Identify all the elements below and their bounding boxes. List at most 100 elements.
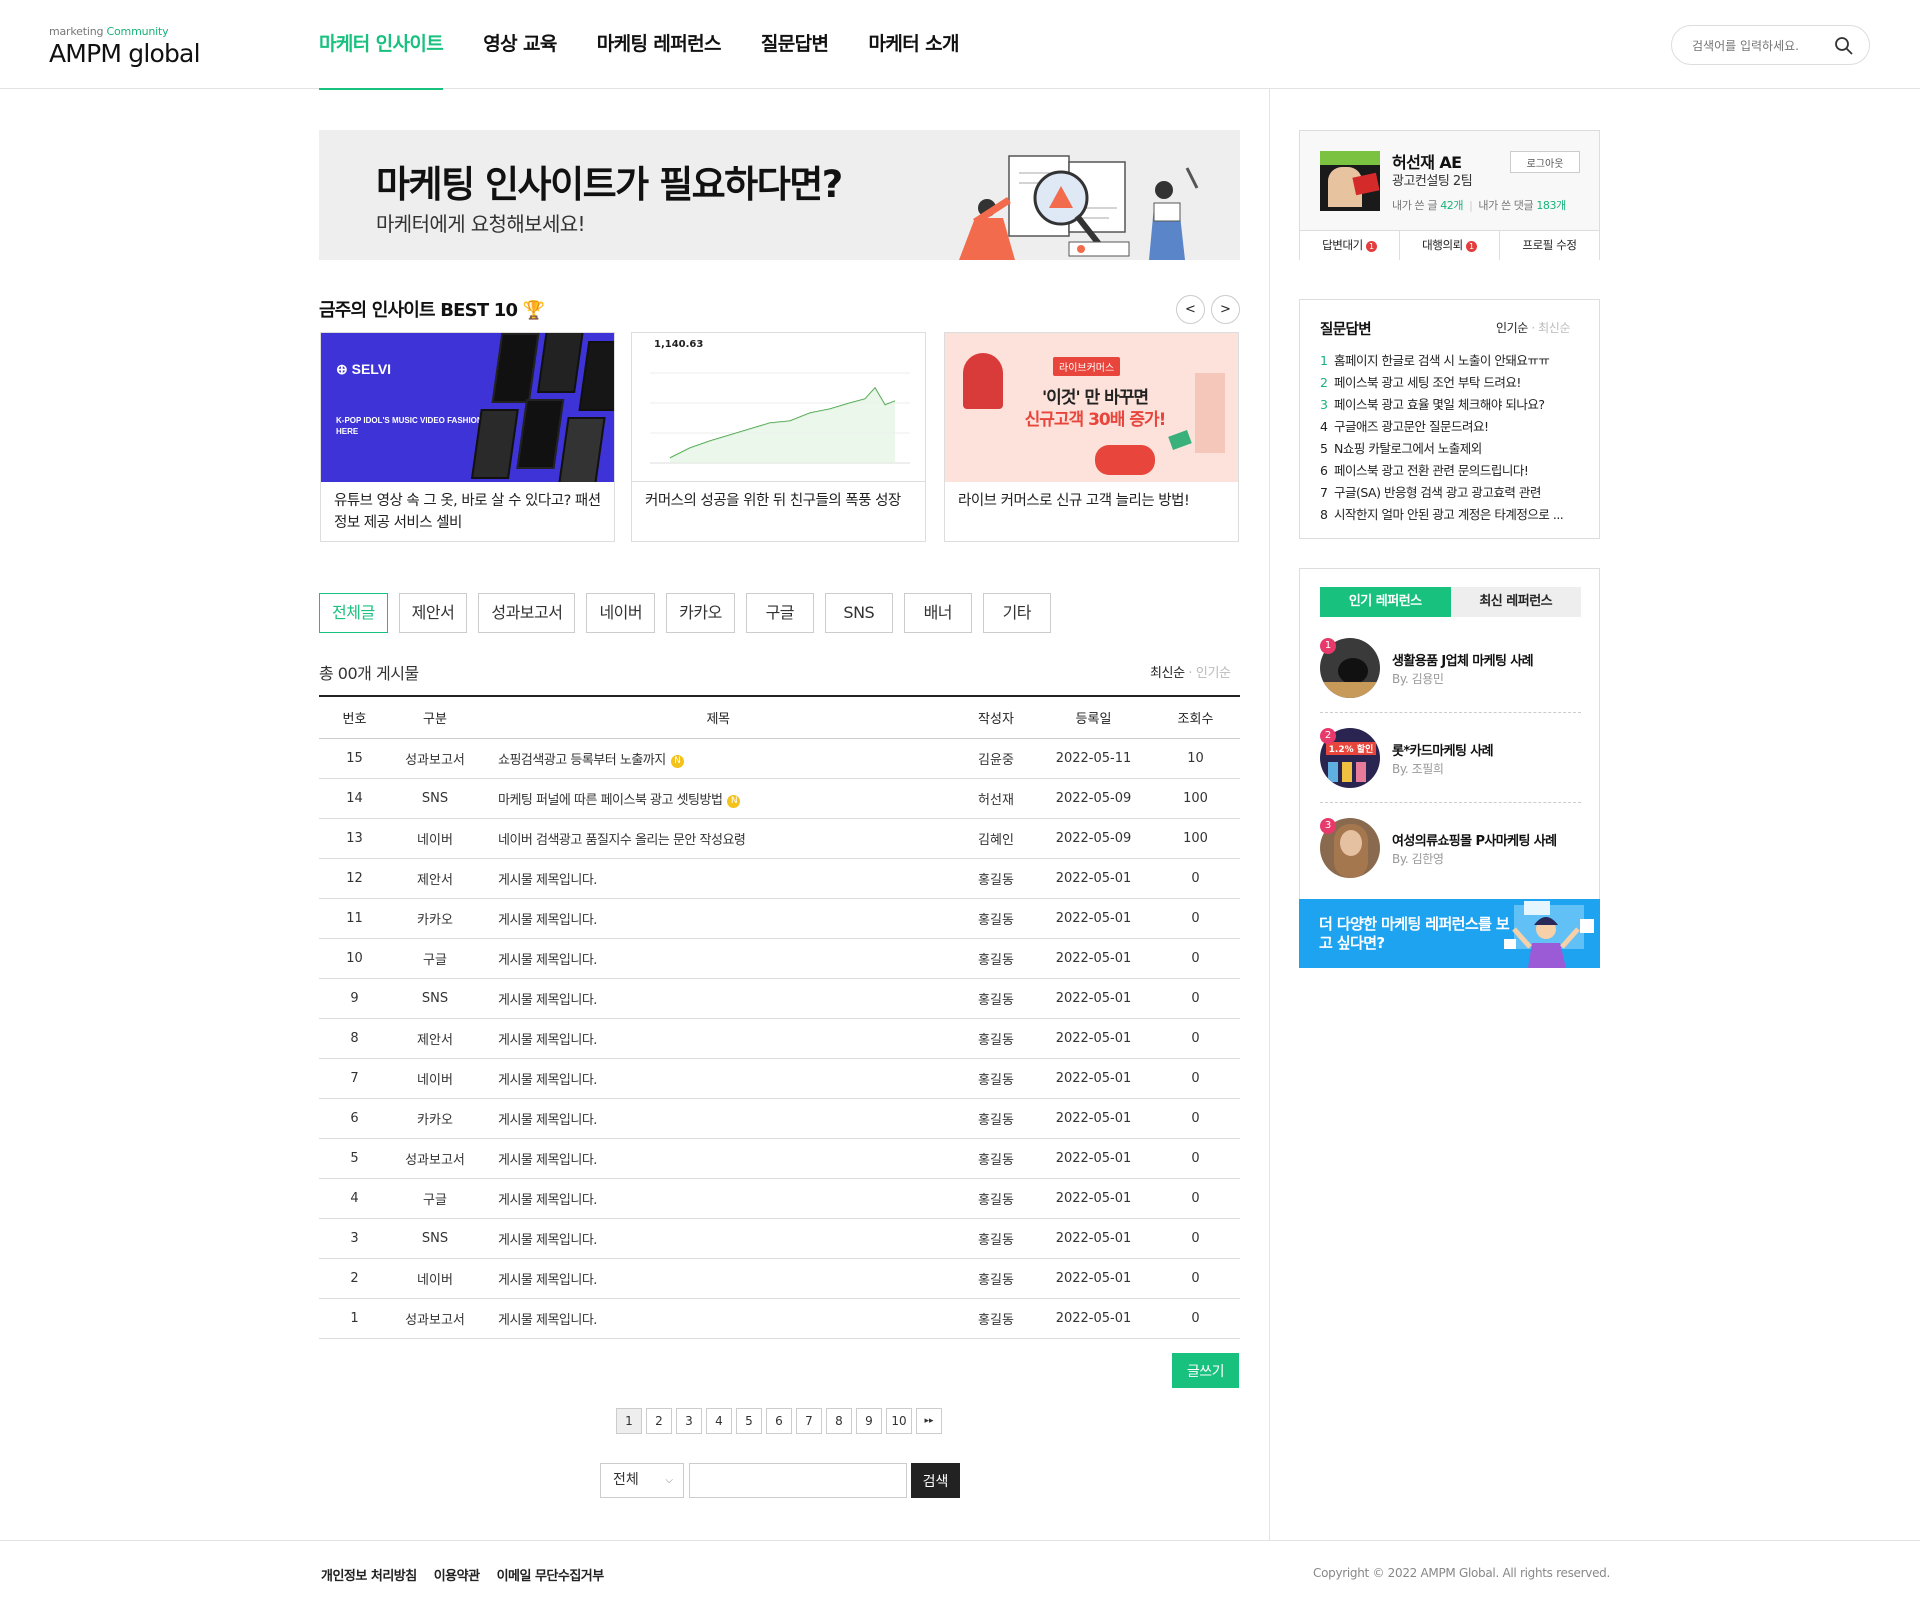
page-4-button[interactable]: 4 — [706, 1408, 732, 1434]
tab-popular-reference[interactable]: 인기 레퍼런스 — [1320, 587, 1451, 617]
privacy-link[interactable]: 개인정보 처리방침 — [321, 1565, 417, 1584]
logo[interactable]: AMPM global — [49, 39, 201, 68]
page-9-button[interactable]: 9 — [856, 1408, 882, 1434]
table-row[interactable]: 14 SNS 마케팅 퍼널에 따른 페이스북 광고 셋팅방법 N 허선재 2022-05-… — [319, 779, 1240, 819]
row-title[interactable]: 게시물 제목입니다. — [480, 909, 956, 928]
row-title[interactable]: 게시물 제목입니다. — [480, 1069, 956, 1088]
tab-naver[interactable]: 네이버 — [586, 593, 656, 633]
page-10-button[interactable]: 10 — [886, 1408, 912, 1434]
tab-report[interactable]: 성과보고서 — [478, 593, 576, 633]
page-5-button[interactable]: 5 — [736, 1408, 762, 1434]
tab-banner[interactable]: 배너 — [903, 593, 972, 633]
table-row[interactable]: 9 SNS 게시물 제목입니다. 홍길동 2022-05-01 0 — [319, 979, 1240, 1019]
tab-latest-reference[interactable]: 최신 레퍼런스 — [1450, 587, 1581, 617]
page-2-button[interactable]: 2 — [646, 1408, 672, 1434]
write-button[interactable]: 글쓰기 — [1172, 1353, 1239, 1388]
logo-tagline: marketing Community — [49, 25, 169, 38]
search-scope-select[interactable]: 전체 ⌵ — [600, 1463, 684, 1498]
insight-card[interactable]: 라이브커머스 '이것' 만 바꾸면 신규고객 30배 증가! 라이브 커머스로 … — [944, 332, 1239, 542]
table-row[interactable]: 13 네이버 네이버 검색광고 품질지수 올리는 문안 작성요령 김혜인 2022-05… — [319, 819, 1240, 859]
table-row[interactable]: 11 카카오 게시물 제목입니다. 홍길동 2022-05-01 0 — [319, 899, 1240, 939]
table-row[interactable]: 1 성과보고서 게시물 제목입니다. 홍길동 2022-05-01 0 — [319, 1299, 1240, 1339]
reference-item[interactable]: 1 생활용품 J업체 마케팅 사례 By. 김용민 — [1320, 638, 1581, 728]
row-title[interactable]: 게시물 제목입니다. — [480, 1029, 956, 1048]
row-title[interactable]: 게시물 제목입니다. — [480, 1109, 956, 1128]
page-1-button[interactable]: 1 — [616, 1408, 642, 1434]
more-reference-banner[interactable]: 더 다양한 마케팅 레퍼런스를 보고 싶다면? — [1299, 899, 1600, 968]
tab-proposal[interactable]: 제안서 — [398, 593, 468, 633]
search-icon[interactable] — [1834, 36, 1854, 56]
page-8-button[interactable]: 8 — [826, 1408, 852, 1434]
row-title[interactable]: 게시물 제목입니다. — [480, 989, 956, 1008]
row-title[interactable]: 게시물 제목입니다. — [480, 1189, 956, 1208]
logout-button[interactable]: 로그아웃 — [1510, 151, 1580, 173]
page-7-button[interactable]: 7 — [796, 1408, 822, 1434]
qna-item[interactable]: 7 구글(SA) 반응형 검색 광고 광고효력 관련 — [1320, 482, 1590, 504]
tab-kakao[interactable]: 카카오 — [666, 593, 735, 633]
row-writer: 홍길동 — [978, 873, 1014, 888]
qna-item[interactable]: 5 N쇼핑 카탈로그에서 노출제외 — [1320, 438, 1590, 460]
page-next-icon[interactable]: ▸▸ — [916, 1408, 942, 1434]
qna-item[interactable]: 2 페이스북 광고 세팅 조언 부탁 드려요! — [1320, 372, 1590, 394]
row-title[interactable]: 게시물 제목입니다. — [480, 1309, 956, 1328]
qna-item[interactable]: 4 구글애즈 광고문안 질문드려요! — [1320, 416, 1590, 438]
qna-sort: 인기순 · 최신순 — [1496, 321, 1571, 335]
table-row[interactable]: 3 SNS 게시물 제목입니다. 홍길동 2022-05-01 0 — [319, 1219, 1240, 1259]
qna-item[interactable]: 1 홈페이지 한글로 검색 시 노출이 안돼요ㅠㅠ — [1320, 350, 1590, 372]
sort-popular[interactable]: 인기순 — [1196, 666, 1231, 681]
edit-profile-button[interactable]: 프로필 수정 — [1500, 231, 1599, 260]
table-row[interactable]: 12 제안서 게시물 제목입니다. 홍길동 2022-05-01 0 — [319, 859, 1240, 899]
email-refusal-link[interactable]: 이메일 무단수집거부 — [497, 1565, 605, 1584]
row-title[interactable]: 마케팅 퍼널에 따른 페이스북 광고 셋팅방법 N — [480, 789, 956, 808]
search-input[interactable] — [1692, 36, 1832, 56]
page-6-button[interactable]: 6 — [766, 1408, 792, 1434]
row-title[interactable]: 쇼핑검색광고 등록부터 노출까지 N — [480, 749, 956, 768]
nav-marketing-reference[interactable]: 마케팅 레퍼런스 — [597, 0, 722, 89]
table-row[interactable]: 7 네이버 게시물 제목입니다. 홍길동 2022-05-01 0 — [319, 1059, 1240, 1099]
table-row[interactable]: 6 카카오 게시물 제목입니다. 홍길동 2022-05-01 0 — [319, 1099, 1240, 1139]
qna-item[interactable]: 8 시작한지 얼마 안된 광고 계정은 타계정으로 ... — [1320, 504, 1590, 526]
tab-sns[interactable]: SNS — [824, 593, 893, 633]
tab-etc[interactable]: 기타 — [982, 593, 1051, 633]
pending-answers-button[interactable]: 답변대기 1 — [1300, 231, 1400, 260]
reference-item[interactable]: 1.2% 할인 2 롯*카드마케팅 사례 By. 조필희 — [1320, 728, 1581, 818]
terms-link[interactable]: 이용약관 — [434, 1565, 480, 1584]
table-row[interactable]: 15 성과보고서 쇼핑검색광고 등록부터 노출까지 N 김윤중 2022-05-11 10 — [319, 739, 1240, 779]
row-views: 0 — [1191, 1311, 1200, 1326]
reference-item[interactable]: 3 여성의류쇼핑몰 P사마케팅 사례 By. 김한영 — [1320, 818, 1581, 908]
table-row[interactable]: 10 구글 게시물 제목입니다. 홍길동 2022-05-01 0 — [319, 939, 1240, 979]
hero-banner[interactable]: 마케팅 인사이트가 필요하다면? 마케터에게 요청해보세요! — [319, 130, 1240, 260]
qna-sort-popular[interactable]: 인기순 — [1496, 321, 1528, 335]
tab-all[interactable]: 전체글 — [319, 593, 388, 633]
table-row[interactable]: 2 네이버 게시물 제목입니다. 홍길동 2022-05-01 0 — [319, 1259, 1240, 1299]
table-row[interactable]: 5 성과보고서 게시물 제목입니다. 홍길동 2022-05-01 0 — [319, 1139, 1240, 1179]
table-row[interactable]: 8 제안서 게시물 제목입니다. 홍길동 2022-05-01 0 — [319, 1019, 1240, 1059]
row-views: 0 — [1191, 1191, 1200, 1206]
table-row[interactable]: 4 구글 게시물 제목입니다. 홍길동 2022-05-01 0 — [319, 1179, 1240, 1219]
qna-item[interactable]: 3 페이스북 광고 효율 몇일 체크해야 되나요? — [1320, 394, 1590, 416]
qna-item[interactable]: 6 페이스북 광고 전환 관련 문의드립니다! — [1320, 460, 1590, 482]
row-title[interactable]: 게시물 제목입니다. — [480, 949, 956, 968]
insight-card[interactable]: 1,140.63 커머스의 성공을 위한 뒤 친구들의 폭풍 성장 — [631, 332, 926, 542]
row-title[interactable]: 게시물 제목입니다. — [480, 1229, 956, 1248]
row-title[interactable]: 게시물 제목입니다. — [480, 1149, 956, 1168]
row-title[interactable]: 게시물 제목입니다. — [480, 869, 956, 888]
nav-marketer-intro[interactable]: 마케터 소개 — [868, 0, 959, 89]
qna-sort-latest[interactable]: 최신순 — [1538, 321, 1570, 335]
insight-card[interactable]: ⊕ SELVI K-POP IDOL'S MUSIC VIDEO FASHION… — [320, 332, 615, 542]
page-3-button[interactable]: 3 — [676, 1408, 702, 1434]
nav-marketer-insight[interactable]: 마케터 인사이트 — [319, 0, 444, 90]
agency-request-button[interactable]: 대행의뢰 1 — [1400, 231, 1500, 260]
row-title[interactable]: 게시물 제목입니다. — [480, 1269, 956, 1288]
row-views: 0 — [1191, 991, 1200, 1006]
carousel-prev-button[interactable]: < — [1176, 295, 1205, 324]
sort-latest[interactable]: 최신순 — [1150, 666, 1185, 681]
board-search-input[interactable] — [689, 1463, 907, 1498]
carousel-next-button[interactable]: > — [1211, 295, 1240, 324]
row-title[interactable]: 네이버 검색광고 품질지수 올리는 문안 작성요령 — [480, 829, 956, 848]
board-search-button[interactable]: 검색 — [911, 1463, 960, 1498]
nav-qna[interactable]: 질문답변 — [761, 0, 829, 89]
row-writer: 홍길동 — [978, 1073, 1014, 1088]
nav-video-education[interactable]: 영상 교육 — [483, 0, 557, 89]
tab-google[interactable]: 구글 — [745, 593, 814, 633]
